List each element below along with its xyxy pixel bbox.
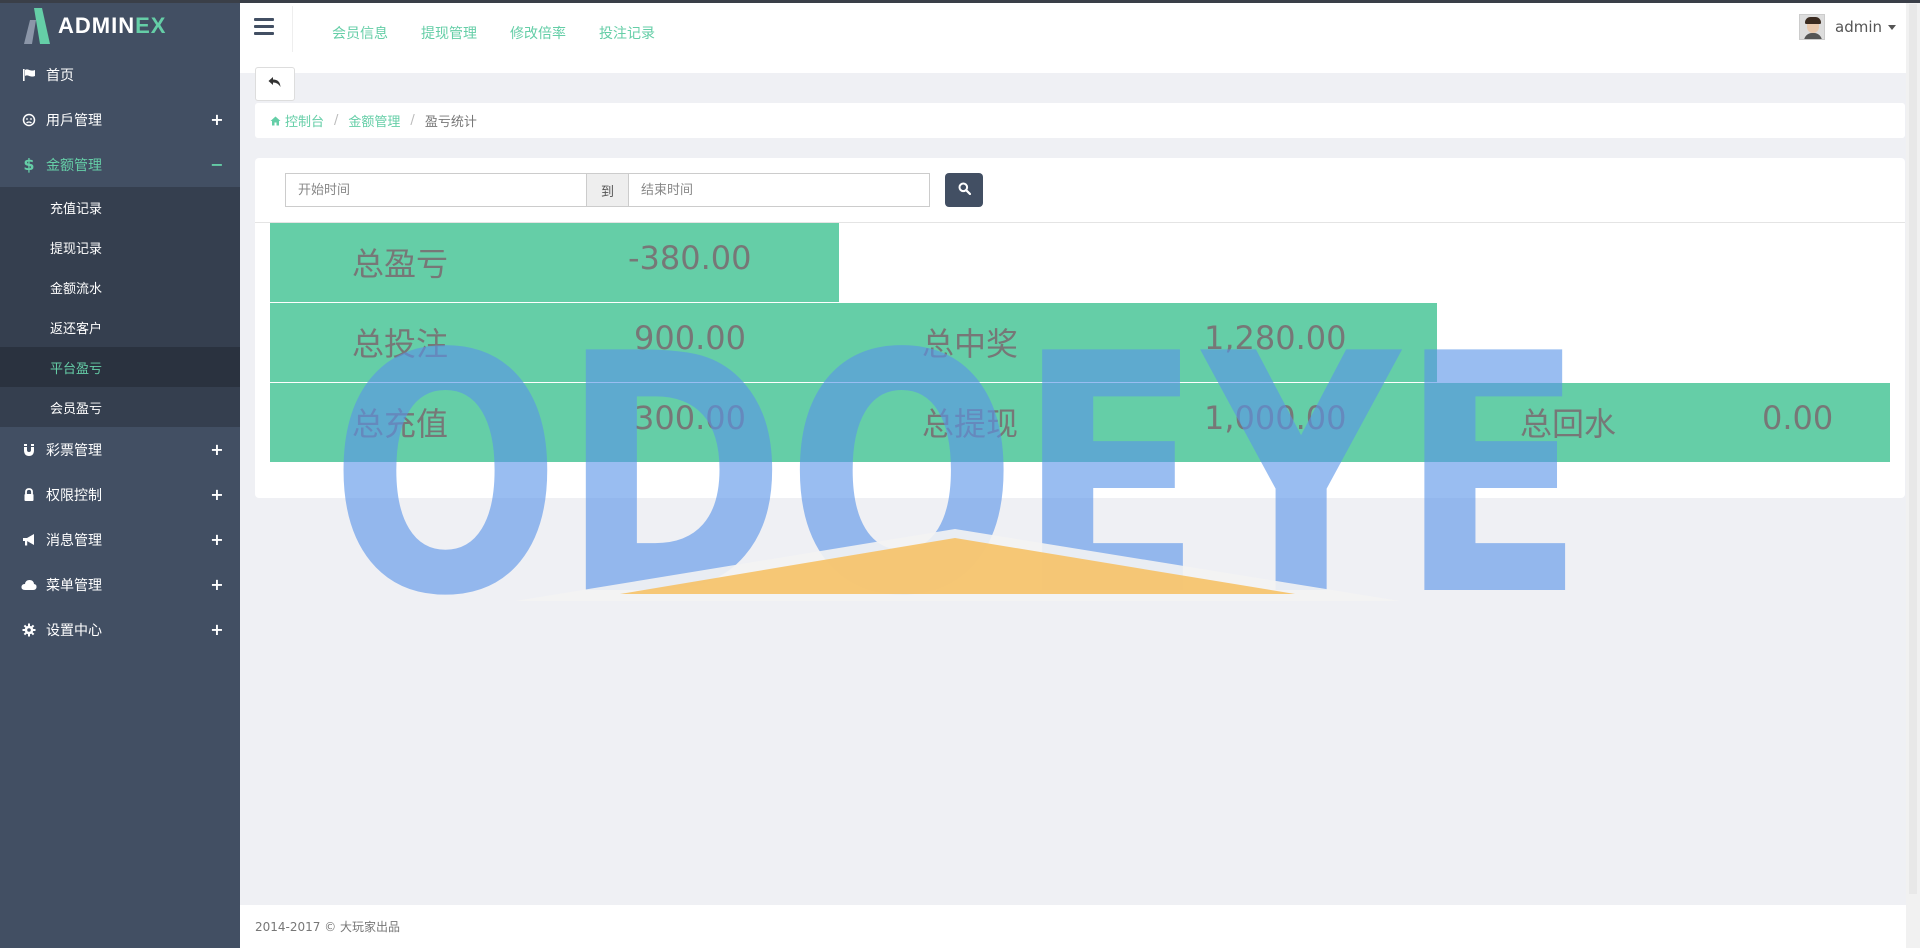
sidebar-item-lottery[interactable]: 彩票管理 +	[0, 427, 240, 472]
total-win-value: 1,280.00	[1204, 319, 1347, 357]
breadcrumb: 控制台 / 金额管理 / 盈亏统计	[255, 103, 1905, 138]
logo-text: ADMINEX	[58, 13, 167, 38]
top-nav-bet-records[interactable]: 投注记录	[599, 23, 655, 43]
breadcrumb-section[interactable]: 金额管理	[348, 111, 400, 130]
top-nav-withdraw-manage[interactable]: 提现管理	[421, 23, 477, 43]
cloud-icon	[20, 576, 38, 594]
breadcrumb-separator: /	[334, 113, 339, 128]
sidebar: ADMINEX 首页 用戶管理 + $ 金额管理 − 充值记录 提现记录 金额流…	[0, 0, 240, 948]
total-withdraw-value: 1,000.00	[1204, 399, 1347, 437]
total-bet-label: 总投注	[352, 325, 449, 363]
magnet-icon	[20, 441, 38, 459]
user-icon	[20, 111, 38, 129]
top-nav-member-info[interactable]: 会员信息	[332, 23, 388, 43]
avatar	[1799, 14, 1825, 40]
sidebar-item-label: 首页	[46, 67, 74, 84]
back-button[interactable]	[255, 67, 295, 101]
expand-icon: +	[210, 530, 224, 549]
date-range-separator: 到	[587, 173, 628, 207]
sidebar-item-home[interactable]: 首页	[0, 52, 240, 97]
flag-icon	[20, 66, 38, 84]
breadcrumb-home-label: 控制台	[285, 115, 325, 130]
top-nav-modify-rate[interactable]: 修改倍率	[510, 23, 566, 43]
header-divider	[292, 6, 293, 52]
total-rebate-value: 0.00	[1762, 399, 1834, 437]
sidebar-submenu-finance: 充值记录 提现记录 金额流水 返还客户 平台盈亏 会员盈亏	[0, 187, 240, 427]
sidebar-subitem-recharge[interactable]: 充值记录	[0, 187, 240, 227]
date-search-form: 到	[285, 173, 983, 207]
sidebar-item-settings[interactable]: 设置中心 +	[0, 607, 240, 652]
sidebar-subitem-refund[interactable]: 返还客户	[0, 307, 240, 347]
home-icon	[270, 116, 281, 126]
breadcrumb-home[interactable]: 控制台	[270, 111, 324, 130]
top-nav: 会员信息 提现管理 修改倍率 投注记录	[332, 23, 655, 43]
stats-panel: 到 总盈亏 -380.00 总投注 900.00 总中奖 1,280.00 总充…	[255, 158, 1905, 498]
sidebar-item-label: 彩票管理	[46, 442, 102, 459]
expand-icon: +	[210, 620, 224, 639]
sidebar-item-permissions[interactable]: 权限控制 +	[0, 472, 240, 517]
stat-row-bets: 总投注 900.00 总中奖 1,280.00	[270, 303, 1437, 382]
top-header: 会员信息 提现管理 修改倍率 投注记录 admin	[240, 0, 1920, 73]
logo[interactable]: ADMINEX	[0, 0, 240, 52]
sidebar-item-label: 用戶管理	[46, 112, 102, 129]
search-icon	[958, 182, 971, 199]
expand-icon: +	[210, 575, 224, 594]
sidebar-item-finance[interactable]: $ 金额管理 −	[0, 142, 240, 187]
collapse-icon: −	[210, 155, 224, 174]
top-border	[0, 0, 1920, 3]
bullhorn-icon	[20, 531, 38, 549]
expand-icon: +	[210, 485, 224, 504]
sidebar-item-label: 权限控制	[46, 487, 102, 504]
user-name: admin	[1835, 18, 1882, 36]
copyright-text: 2014-2017 © 大玩家出品	[255, 920, 401, 934]
total-pl-label: 总盈亏	[352, 245, 449, 283]
stat-row-funds: 总充值 300.00 总提现 1,000.00 总回水 0.00	[270, 383, 1890, 462]
expand-icon: +	[210, 110, 224, 129]
dollar-icon: $	[23, 155, 35, 174]
sidebar-item-label: 金额管理	[46, 157, 102, 174]
sidebar-item-label: 设置中心	[46, 622, 102, 639]
breadcrumb-current: 盈亏统计	[424, 115, 477, 130]
total-recharge-value: 300.00	[634, 399, 746, 437]
sidebar-subitem-platform-pl[interactable]: 平台盈亏	[0, 347, 240, 387]
total-withdraw-label: 总提现	[922, 405, 1019, 443]
footer: 2014-2017 © 大玩家出品	[240, 905, 1906, 948]
user-dropdown[interactable]: admin	[1799, 14, 1896, 40]
sidebar-subitem-flow[interactable]: 金额流水	[0, 267, 240, 307]
expand-icon: +	[210, 440, 224, 459]
sidebar-item-label: 消息管理	[46, 532, 102, 549]
logo-icon	[20, 6, 52, 46]
end-date-input[interactable]	[628, 173, 930, 207]
total-recharge-label: 总充值	[352, 405, 449, 443]
search-button[interactable]	[945, 173, 983, 207]
menu-toggle-icon[interactable]	[254, 18, 274, 36]
caret-down-icon	[1888, 24, 1896, 30]
sidebar-item-label: 菜单管理	[46, 577, 102, 594]
gear-icon	[20, 621, 38, 639]
total-rebate-label: 总回水	[1520, 405, 1617, 443]
stat-row-total-pl: 总盈亏 -380.00	[270, 223, 839, 302]
total-pl-value: -380.00	[628, 239, 752, 277]
total-win-label: 总中奖	[922, 325, 1019, 363]
sidebar-subitem-withdraw[interactable]: 提现记录	[0, 227, 240, 267]
reply-arrow-icon	[268, 76, 282, 92]
start-date-input[interactable]	[285, 173, 587, 207]
sidebar-item-users[interactable]: 用戶管理 +	[0, 97, 240, 142]
page-scrollbar[interactable]	[1906, 0, 1920, 948]
sidebar-item-messages[interactable]: 消息管理 +	[0, 517, 240, 562]
breadcrumb-separator: /	[410, 113, 415, 128]
sidebar-subitem-member-pl[interactable]: 会员盈亏	[0, 387, 240, 427]
sidebar-item-menus[interactable]: 菜单管理 +	[0, 562, 240, 607]
lock-icon	[20, 486, 38, 504]
total-bet-value: 900.00	[634, 319, 746, 357]
